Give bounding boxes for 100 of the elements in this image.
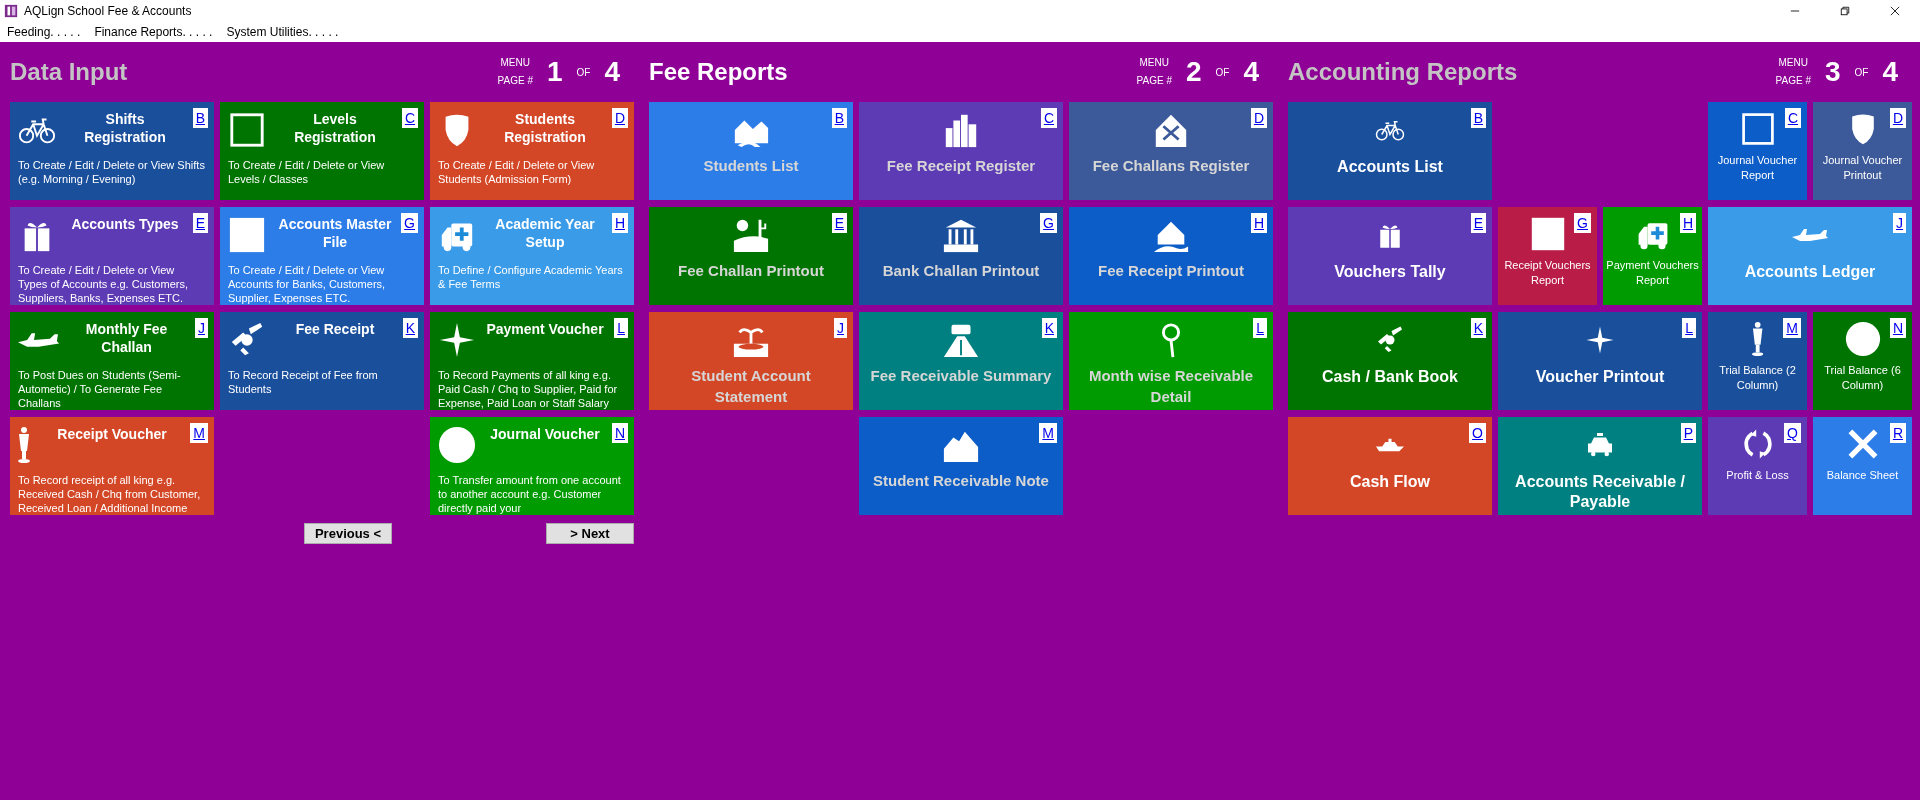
tile-title: Journal Voucher Printout	[1821, 153, 1904, 183]
page-number: 3	[1824, 56, 1841, 88]
menu-tile[interactable]: M Trial Balance (2 Column)	[1708, 312, 1807, 410]
tile-description: To Create / Edit / Delete or View Types of Accounts e.g. Customers, Suppliers, Banks, Expenses ETC.	[18, 263, 189, 305]
menu-tile[interactable]: B Accounts List	[1288, 102, 1492, 200]
menu-tile[interactable]: Fee Receipt K To Record Receipt of Fee from Students	[220, 312, 424, 410]
shortcut-key: J	[1893, 213, 1906, 233]
square-icon	[1529, 216, 1566, 252]
page-number: 1	[546, 56, 563, 88]
app-icon	[4, 4, 18, 18]
square-outline-icon	[228, 111, 266, 149]
tile-title: Students Registration	[503, 110, 587, 146]
menu-tile[interactable]: Journal Voucher N To Transfer amount from one account to another account e.g. Customer directly paid your	[430, 417, 634, 515]
tile-title: Month wise Receivable Detail	[1087, 366, 1255, 407]
menu-tile[interactable]: Accounts Types E To Create / Edit / Delete or View Types of Accounts e.g. Customers, Suppliers, Banks, Expenses ETC.	[10, 207, 214, 305]
shortcut-key: Q	[1784, 423, 1801, 443]
menu-label: MENU	[1139, 56, 1169, 70]
tile-title: Voucher Printout	[1534, 367, 1666, 387]
shortcut-key: H	[1250, 213, 1267, 233]
menu-item[interactable]: System Utilities. . . . .	[226, 25, 339, 39]
tile-title: Fee Receipt Printout	[1097, 261, 1245, 281]
menu-tile[interactable]: J Accounts Ledger	[1708, 207, 1912, 305]
menu-tile[interactable]: Q Profit & Loss	[1708, 417, 1807, 515]
menu-label: MENU	[500, 56, 530, 70]
shortcut-key: D	[1250, 108, 1267, 128]
menu-item[interactable]: Feeding. . . . .	[7, 25, 81, 39]
menu-tile[interactable]: E Fee Challan Printout	[649, 207, 853, 305]
menu-tile[interactable]: Receipt Voucher M To Record receipt of all king e.g. Received Cash / Chq from Customer, Received Loan / Additional Income	[10, 417, 214, 515]
page-label: PAGE #	[497, 74, 533, 88]
shortcut-key: J	[834, 318, 847, 338]
menu-tile[interactable]: C Journal Voucher Report	[1708, 102, 1807, 200]
menu-tile[interactable]: B Students List	[649, 102, 853, 200]
tile-description: To Post Dues on Students (Semi-Autometic) / To Generate Fee Challans	[18, 368, 182, 410]
tile-title: Fee Challan Printout	[677, 261, 825, 281]
page-label: PAGE #	[1136, 74, 1172, 88]
of-label: OF	[1215, 66, 1230, 78]
menu-tile[interactable]: G Receipt Vouchers Report	[1498, 207, 1597, 305]
tile-title: Shifts Registration	[83, 110, 167, 146]
satellite-icon	[1375, 325, 1405, 355]
menu-tile[interactable]: Payment Voucher L To Record Payments of all king e.g. Paid Cash / Chq to Supplier, Paid for Expense, Paid Loan or Staff Salary	[430, 312, 634, 410]
menu-tile[interactable]: P Accounts Receivable / Payable	[1498, 417, 1702, 515]
shortcut-key: B	[1470, 108, 1486, 128]
shortcut-key: M	[1039, 423, 1057, 443]
menu-tile[interactable]: E Vouchers Tally	[1288, 207, 1492, 305]
menu-tile[interactable]: M Student Receivable Note	[859, 417, 1063, 515]
menu-tile[interactable]: C Fee Receipt Register	[859, 102, 1063, 200]
menu-tile[interactable]: L Voucher Printout	[1498, 312, 1702, 410]
menu-tile[interactable]: N Trial Balance (6 Column)	[1813, 312, 1912, 410]
menu-tile[interactable]: Shifts Registration B To Create / Edit / Delete or View Shifts (e.g. Morning / Evening)	[10, 102, 214, 200]
shortcut-key: M	[1783, 318, 1801, 338]
tile-title: Trial Balance (6 Column)	[1823, 363, 1902, 393]
menu-tile[interactable]: D Fee Challans Register	[1069, 102, 1273, 200]
tile-description: To Create / Edit / Delete or View Students (Admission Form)	[438, 158, 596, 186]
tile-title: Accounts Master File	[277, 215, 393, 251]
menu-tile[interactable]: K Cash / Bank Book	[1288, 312, 1492, 410]
nav-button[interactable]: Previous <	[304, 523, 392, 544]
menu-tile[interactable]: R Balance Sheet	[1813, 417, 1912, 515]
tile-title: Journal Voucher	[489, 425, 601, 443]
shortcut-key: G	[401, 213, 418, 233]
menu-item[interactable]: Finance Reports. . . . .	[94, 25, 213, 39]
shortcut-key: L	[614, 318, 628, 338]
menu-tile[interactable]: K Fee Receivable Summary	[859, 312, 1063, 410]
page-label: PAGE #	[1775, 74, 1811, 88]
menu-tile[interactable]: Accounts Master File G To Create / Edit / Delete or View Accounts for Banks, Customers, Supplier, Expenses ETC.	[220, 207, 424, 305]
menu-tile[interactable]: Academic Year Setup H To Define / Configure Academic Years & Fee Terms	[430, 207, 634, 305]
tile-title: Fee Receipt Register	[885, 156, 1037, 176]
nav-button[interactable]: > Next	[546, 523, 634, 544]
shortcut-key: E	[831, 213, 847, 233]
circle-icon	[1844, 321, 1881, 357]
menu-tile[interactable]: L Month wise Receivable Detail	[1069, 312, 1273, 410]
tile-title: Vouchers Tally	[1333, 262, 1447, 282]
menu-tile[interactable]: D Journal Voucher Printout	[1813, 102, 1912, 200]
shortcut-key: J	[195, 318, 208, 338]
tile-title: Fee Challans Register	[1091, 156, 1251, 176]
of-label: OF	[576, 66, 591, 78]
menu-tile[interactable]: J Student Account Statement	[649, 312, 853, 410]
circle-icon	[438, 426, 476, 464]
menu-tile[interactable]: G Bank Challan Printout	[859, 207, 1063, 305]
page-number: 2	[1185, 56, 1202, 88]
menu-tile[interactable]: Monthly Fee Challan J To Post Dues on Students (Semi-Autometic) / To Generate Fee Challans	[10, 312, 214, 410]
menu-tile[interactable]: Students Registration D To Create / Edit / Delete or View Students (Admission Form)	[430, 102, 634, 200]
shortcut-key: C	[401, 108, 418, 128]
tile-title: Cash Flow	[1349, 472, 1431, 492]
menu-tile[interactable]: H Payment Vouchers Report	[1603, 207, 1702, 305]
shortcut-key: P	[1680, 423, 1696, 443]
shortcut-key: D	[611, 108, 628, 128]
menu-label: MENU	[1778, 56, 1808, 70]
menu-tile[interactable]: Levels Registration C To Create / Edit / Delete or View Levels / Classes	[220, 102, 424, 200]
shortcut-key: K	[1041, 318, 1057, 338]
menu-tile[interactable]: H Fee Receipt Printout	[1069, 207, 1273, 305]
boat-icon	[1376, 438, 1404, 452]
shortcut-key: L	[1253, 318, 1267, 338]
tile-description: To Record receipt of all king e.g. Received Cash / Chq from Customer, Received Loan / Additional Income	[18, 473, 202, 515]
menu-tile[interactable]: O Cash Flow	[1288, 417, 1492, 515]
airplane-icon	[18, 332, 60, 348]
tile-title: Academic Year Setup	[494, 215, 596, 251]
tile-title: Receipt Vouchers Report	[1503, 258, 1592, 288]
shortcut-key: H	[1679, 213, 1696, 233]
tile-description: To Create / Edit / Delete or View Levels / Classes	[228, 158, 386, 186]
tile-title: Journal Voucher Report	[1716, 153, 1799, 183]
